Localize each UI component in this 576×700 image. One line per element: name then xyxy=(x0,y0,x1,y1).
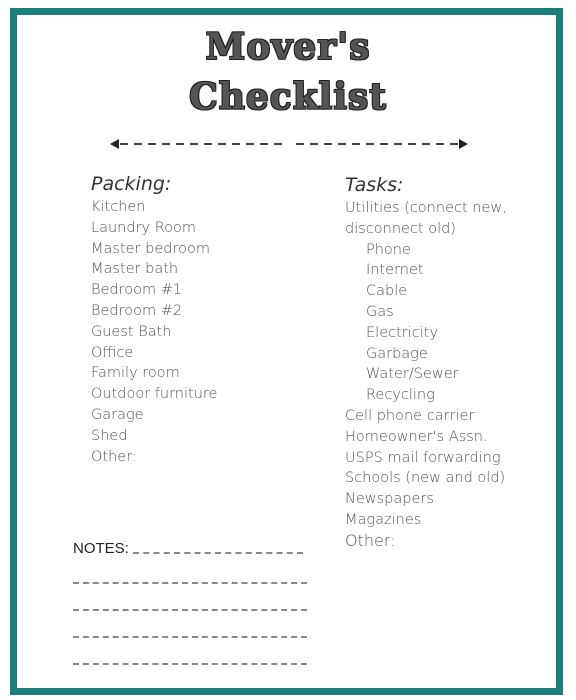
task-utilities: Utilities (connect new, xyxy=(345,200,507,216)
packing-item: Bedroom #1 xyxy=(91,282,183,299)
notes-line[interactable] xyxy=(73,635,307,638)
utility-sub-item: Garbage xyxy=(366,345,428,362)
packing-item: Family room xyxy=(91,365,180,382)
task-item: Schools (new and old) xyxy=(345,470,506,487)
tasks-column: Tasks: Utilities (connect new, disconnec… xyxy=(345,173,507,552)
packing-item: Office xyxy=(91,344,134,361)
task-item: USPS mail forwarding xyxy=(345,449,501,466)
packing-item: Laundry Room xyxy=(91,219,196,236)
packing-item: Kitchen xyxy=(91,199,146,215)
packing-item-other: Other: xyxy=(91,448,137,465)
utility-sub-item: Electricity xyxy=(366,324,439,341)
notes-line[interactable] xyxy=(73,662,307,665)
packing-item: Master bedroom xyxy=(91,240,210,257)
arrow-divider xyxy=(110,139,468,149)
packing-item: Guest Bath xyxy=(91,323,172,340)
notes-section: NOTES: xyxy=(73,540,307,665)
utility-sub-item: Phone xyxy=(366,241,411,258)
task-item: Magazines xyxy=(345,511,422,528)
packing-item: Bedroom #2 xyxy=(91,302,183,319)
notes-label: NOTES: xyxy=(73,540,129,557)
notes-line[interactable] xyxy=(132,551,303,554)
notes-line[interactable] xyxy=(73,608,307,611)
utility-sub-item: Recycling xyxy=(366,387,435,404)
packing-item: Garage xyxy=(91,406,144,423)
title-line-2: Checklist xyxy=(189,76,387,118)
tasks-heading: Tasks: xyxy=(345,174,404,196)
notes-line[interactable] xyxy=(73,581,307,584)
packing-item: Shed xyxy=(91,427,128,444)
title-line-1: Mover's xyxy=(205,26,371,68)
utility-sub-item: Internet xyxy=(366,262,424,279)
packing-item: Outdoor furniture xyxy=(91,386,218,403)
task-item-other: Other: xyxy=(345,530,396,550)
utility-sub-item: Gas xyxy=(366,303,394,320)
packing-item: Master bath xyxy=(91,261,179,278)
packing-heading: Packing: xyxy=(91,173,172,195)
task-utilities-cont: disconnect old) xyxy=(345,220,456,237)
utility-sub-item: Water/Sewer xyxy=(366,366,459,383)
task-item: Homeowner's Assn. xyxy=(345,428,488,445)
task-item: Cell phone carrier xyxy=(345,407,475,424)
task-item: Newspapers xyxy=(345,491,434,508)
left-arrowhead-icon xyxy=(110,139,119,149)
packing-column: Packing: Kitchen Laundry Room Master bed… xyxy=(91,172,217,467)
utility-sub-item: Cable xyxy=(366,283,408,300)
right-arrowhead-icon xyxy=(459,139,468,149)
